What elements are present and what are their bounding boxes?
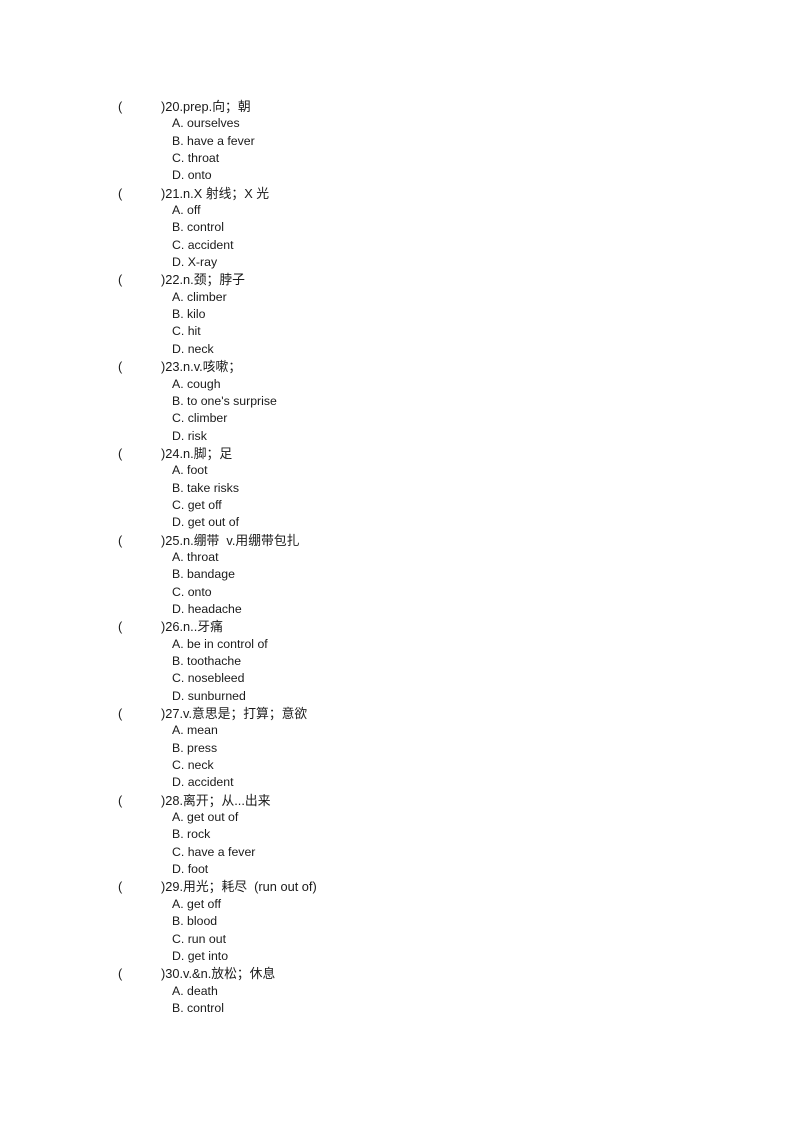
option-item[interactable]: A. climber [118, 289, 738, 306]
question-stem-line: ()30.v.&n.放松；休息 [118, 965, 738, 982]
question-stem: 23.n.v.咳嗽； [165, 359, 242, 375]
option-item[interactable]: D. sunburned [118, 688, 738, 705]
option-item[interactable]: A. off [118, 202, 738, 219]
option-item[interactable]: C. hit [118, 323, 738, 340]
option-item[interactable]: B. kilo [118, 306, 738, 323]
option-item[interactable]: B. take risks [118, 480, 738, 497]
option-item[interactable]: B. toothache [118, 653, 738, 670]
option-item[interactable]: D. accident [118, 774, 738, 791]
option-item[interactable]: C. have a fever [118, 844, 738, 861]
question-stem-line: ()22.n.颈；脖子 [118, 271, 738, 288]
question-block: ()30.v.&n.放松；休息 A. death B. control [118, 965, 738, 1017]
option-item[interactable]: D. neck [118, 341, 738, 358]
option-item[interactable]: D. risk [118, 428, 738, 445]
option-item[interactable]: A. mean [118, 722, 738, 739]
option-item[interactable]: B. control [118, 1000, 738, 1017]
question-block: ()27.v.意思是；打算；意欲 A. mean B. press C. neck D.… [118, 705, 738, 792]
document-page: ()20.prep.向；朝 A. ourselves B. have a fever… [0, 0, 794, 1123]
answer-blank[interactable]: ( [118, 705, 161, 722]
question-stem: 20.prep.向；朝 [165, 99, 251, 114]
option-item[interactable]: A. get out of [118, 809, 738, 826]
option-item[interactable]: D. get into [118, 948, 738, 965]
option-item[interactable]: A. cough [118, 376, 738, 393]
answer-blank[interactable]: ( [118, 878, 161, 895]
answer-blank[interactable]: ( [118, 792, 161, 809]
answer-blank[interactable]: ( [118, 271, 161, 288]
question-block: ()22.n.颈；脖子 A. climber B. kilo C. hit D. nec… [118, 271, 738, 358]
option-item[interactable]: B. bandage [118, 566, 738, 583]
question-stem-line: ()28.离开；从...出来 [118, 792, 738, 809]
answer-blank[interactable]: ( [118, 358, 161, 375]
option-item[interactable]: B. control [118, 219, 738, 236]
question-stem: 21.n.X 射线；X 光 [165, 185, 270, 201]
option-item[interactable]: A. throat [118, 549, 738, 566]
option-item[interactable]: B. to one's surprise [118, 393, 738, 410]
option-item[interactable]: D. X-ray [118, 254, 738, 271]
question-stem-line: ()24.n.脚；足 [118, 445, 738, 462]
question-stem: 26.n..牙痛 [165, 619, 223, 635]
answer-blank[interactable]: ( [118, 98, 161, 115]
option-item[interactable]: C. get off [118, 497, 738, 514]
question-block: ()23.n.v.咳嗽； A. cough B. to one's surprise… [118, 358, 738, 445]
question-stem: 22.n.颈；脖子 [165, 272, 245, 288]
option-item[interactable]: A. death [118, 983, 738, 1000]
question-stem-line: ()21.n.X 射线；X 光 [118, 185, 738, 202]
question-stem: 24.n.脚；足 [165, 445, 233, 461]
question-block: ()21.n.X 射线；X 光 A. off B. control C. accide… [118, 185, 738, 272]
option-item[interactable]: D. headache [118, 601, 738, 618]
answer-blank[interactable]: ( [118, 445, 161, 462]
question-stem-line: ()23.n.v.咳嗽； [118, 358, 738, 375]
question-block: ()25.n.绷带 v.用绷带包扎 A. throat B. bandage C. o… [118, 532, 738, 619]
question-stem-line: ()29.用光；耗尽 (run out of) [118, 878, 738, 895]
question-stem: 25.n.绷带 v.用绷带包扎 [165, 532, 300, 548]
question-block: ()24.n.脚；足 A. foot B. take risks C. get off… [118, 445, 738, 532]
option-item[interactable]: D. onto [118, 167, 738, 184]
question-stem-line: ()20.prep.向；朝 [118, 98, 738, 115]
question-stem-line: ()25.n.绷带 v.用绷带包扎 [118, 532, 738, 549]
option-item[interactable]: C. neck [118, 757, 738, 774]
answer-blank[interactable]: ( [118, 618, 161, 635]
question-block: ()26.n..牙痛 A. be in control of B. toothach… [118, 618, 738, 705]
option-item[interactable]: C. nosebleed [118, 670, 738, 687]
option-item[interactable]: C. throat [118, 150, 738, 167]
option-item[interactable]: C. accident [118, 237, 738, 254]
question-stem: 30.v.&n.放松；休息 [165, 966, 276, 982]
question-stem: 28.离开；从...出来 [165, 792, 271, 808]
option-item[interactable]: C. run out [118, 931, 738, 948]
option-item[interactable]: B. have a fever [118, 133, 738, 150]
answer-blank[interactable]: ( [118, 185, 161, 202]
question-stem: 29.用光；耗尽 (run out of) [165, 879, 317, 895]
question-stem-line: ()27.v.意思是；打算；意欲 [118, 705, 738, 722]
question-block: ()28.离开；从...出来 A. get out of B. rock C. hav… [118, 792, 738, 879]
option-item[interactable]: B. press [118, 740, 738, 757]
option-item[interactable]: A. get off [118, 896, 738, 913]
question-list: ()20.prep.向；朝 A. ourselves B. have a fever… [118, 98, 738, 1017]
option-item[interactable]: A. be in control of [118, 636, 738, 653]
option-item[interactable]: B. blood [118, 913, 738, 930]
question-block: ()29.用光；耗尽 (run out of) A. get off B. bloo… [118, 878, 738, 965]
question-stem: 27.v.意思是；打算；意欲 [165, 706, 308, 722]
answer-blank[interactable]: ( [118, 532, 161, 549]
answer-blank[interactable]: ( [118, 965, 161, 982]
option-item[interactable]: A. foot [118, 462, 738, 479]
question-stem-line: ()26.n..牙痛 [118, 618, 738, 635]
question-block: ()20.prep.向；朝 A. ourselves B. have a fever… [118, 98, 738, 185]
option-item[interactable]: B. rock [118, 826, 738, 843]
option-item[interactable]: D. foot [118, 861, 738, 878]
option-item[interactable]: C. climber [118, 410, 738, 427]
option-item[interactable]: A. ourselves [118, 115, 738, 132]
option-item[interactable]: D. get out of [118, 514, 738, 531]
option-item[interactable]: C. onto [118, 584, 738, 601]
